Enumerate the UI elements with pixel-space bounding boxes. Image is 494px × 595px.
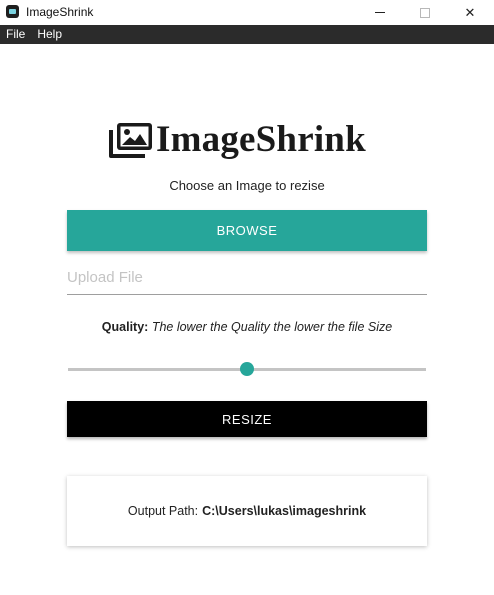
menu-bar: File Help xyxy=(0,25,494,44)
quality-description: Quality: The lower the Quality the lower… xyxy=(0,320,494,334)
app-logo: ImageShrink xyxy=(108,117,366,161)
upload-file-input[interactable]: Upload File xyxy=(67,261,427,295)
minimize-icon xyxy=(375,12,385,13)
browse-button[interactable]: BROWSE xyxy=(67,210,427,251)
output-label: Output Path: xyxy=(127,504,199,518)
minimize-button[interactable] xyxy=(357,0,403,25)
menu-file[interactable]: File xyxy=(0,25,31,44)
quality-hint: The lower the Quality the lower the file… xyxy=(151,320,393,334)
close-button[interactable]: ✕ xyxy=(447,0,493,25)
maximize-button[interactable] xyxy=(402,0,448,25)
window-title: ImageShrink xyxy=(26,5,94,19)
slider-thumb[interactable] xyxy=(240,362,254,376)
close-icon: ✕ xyxy=(464,4,476,20)
logo-text: ImageShrink xyxy=(156,118,366,160)
upload-placeholder: Upload File xyxy=(67,269,143,286)
output-path: C:\Users\lukas\imageshrink xyxy=(202,504,367,518)
menu-help[interactable]: Help xyxy=(31,25,68,44)
maximize-icon xyxy=(420,7,430,18)
subtitle: Choose an Image to rezise xyxy=(169,178,325,193)
images-icon xyxy=(109,123,152,158)
resize-button[interactable]: RESIZE xyxy=(67,401,427,437)
quality-slider[interactable] xyxy=(68,362,426,378)
title-bar: ImageShrink ✕ xyxy=(0,0,494,25)
app-icon xyxy=(6,5,19,18)
output-card: Output Path: C:\Users\lukas\imageshrink xyxy=(67,476,427,546)
quality-label: Quality: xyxy=(101,320,149,334)
